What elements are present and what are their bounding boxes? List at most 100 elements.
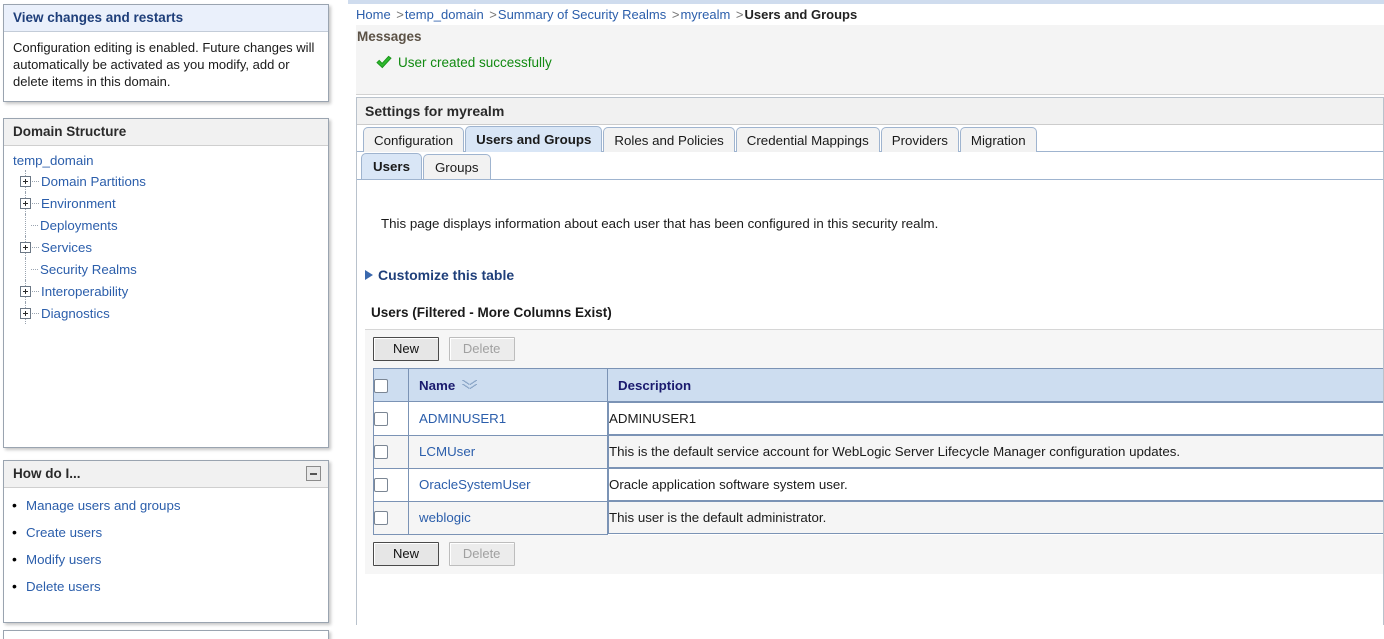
row-checkbox[interactable] xyxy=(374,445,388,459)
expand-plus-icon[interactable] xyxy=(20,176,31,187)
tab-credential-mappings[interactable]: Credential Mappings xyxy=(736,127,880,152)
weblogic-admin-console: View changes and restarts Configuration … xyxy=(0,0,1384,639)
tree-root-item[interactable]: temp_domain xyxy=(12,152,328,170)
new-button-bottom[interactable]: New xyxy=(373,542,439,566)
change-center-panel: View changes and restarts Configuration … xyxy=(3,4,329,102)
how-do-i-link[interactable]: Delete users xyxy=(26,579,101,594)
tree-item-deployments[interactable]: Deployments xyxy=(12,214,328,236)
domain-structure-tree: temp_domain Domain Partitions Environment… xyxy=(4,146,328,324)
primary-tab-bar: ConfigurationUsers and GroupsRoles and P… xyxy=(357,125,1383,152)
expand-plus-icon[interactable] xyxy=(20,286,31,297)
tab-groups[interactable]: Groups xyxy=(423,154,491,179)
user-description-cell: Oracle application software system user. xyxy=(608,468,1384,501)
row-checkbox[interactable] xyxy=(374,478,388,492)
user-name-link[interactable]: ADMINUSER1 xyxy=(409,403,607,434)
tree-connector xyxy=(32,181,39,182)
tree-item-interoperability[interactable]: Interoperability xyxy=(12,280,328,302)
users-content: This page displays information about eac… xyxy=(357,180,1383,574)
tab-users-and-groups[interactable]: Users and Groups xyxy=(465,126,602,152)
breadcrumb-link-2[interactable]: Summary of Security Realms xyxy=(498,7,666,22)
row-checkbox[interactable] xyxy=(374,511,388,525)
tab-providers[interactable]: Providers xyxy=(881,127,959,152)
user-name-link[interactable]: weblogic xyxy=(409,502,607,533)
breadcrumb-separator: > xyxy=(730,7,744,22)
tree-item-security-realms[interactable]: Security Realms xyxy=(12,258,328,280)
how-do-i-link[interactable]: Modify users xyxy=(26,552,101,567)
expand-plus-icon[interactable] xyxy=(20,308,31,319)
customize-this-table-link[interactable]: Customize this table xyxy=(378,267,514,283)
next-panel-partial xyxy=(3,630,329,639)
tree-item-services[interactable]: Services xyxy=(12,236,328,258)
message-text: User created successfully xyxy=(398,55,552,70)
tree-root-label[interactable]: temp_domain xyxy=(13,153,94,168)
tab-migration[interactable]: Migration xyxy=(960,127,1037,152)
settings-panel: Settings for myrealm ConfigurationUsers … xyxy=(356,97,1384,625)
breadcrumb-link-1[interactable]: temp_domain xyxy=(405,7,484,22)
breadcrumb-current: Users and Groups xyxy=(745,7,858,22)
delete-button-top[interactable]: Delete xyxy=(449,337,515,361)
view-changes-and-restarts-link[interactable]: View changes and restarts xyxy=(4,5,328,32)
column-header-name[interactable]: Name xyxy=(409,369,608,402)
change-center-body: Configuration editing is enabled. Future… xyxy=(4,32,328,96)
sort-ascending-icon[interactable] xyxy=(462,380,477,390)
user-name-cell: OracleSystemUser xyxy=(409,468,608,501)
user-name-cell: weblogic xyxy=(409,501,608,534)
tree-leaf-icon xyxy=(20,221,31,230)
row-select-cell xyxy=(374,501,409,534)
breadcrumb-separator: > xyxy=(391,7,405,22)
user-name-link[interactable]: LCMUser xyxy=(409,436,607,467)
tab-users[interactable]: Users xyxy=(361,153,422,179)
tree-item-label[interactable]: Deployments xyxy=(40,218,118,233)
new-button-top[interactable]: New xyxy=(373,337,439,361)
tree-item-domain-partitions[interactable]: Domain Partitions xyxy=(12,170,328,192)
breadcrumb-link-0[interactable]: Home xyxy=(356,7,391,22)
tree-item-environment[interactable]: Environment xyxy=(12,192,328,214)
tree-item-label[interactable]: Services xyxy=(41,240,92,255)
table-row: ADMINUSER1ADMINUSER1 xyxy=(374,402,1384,436)
customize-this-table-row[interactable]: Customize this table xyxy=(357,231,1383,283)
user-description-cell: This user is the default administrator. xyxy=(608,501,1384,534)
column-header-description[interactable]: Description xyxy=(608,369,1384,402)
delete-button-bottom[interactable]: Delete xyxy=(449,542,515,566)
expand-plus-icon[interactable] xyxy=(20,242,31,253)
tree-item-label[interactable]: Diagnostics xyxy=(41,306,110,321)
tree-item-label[interactable]: Domain Partitions xyxy=(41,174,146,189)
row-select-cell xyxy=(374,402,409,436)
row-checkbox[interactable] xyxy=(374,412,388,426)
user-name-link[interactable]: OracleSystemUser xyxy=(409,469,607,500)
triangle-right-icon xyxy=(365,270,373,280)
tree-item-diagnostics[interactable]: Diagnostics xyxy=(12,302,328,324)
table-caption: Users (Filtered - More Columns Exist) xyxy=(357,283,1383,320)
tree-item-label[interactable]: Security Realms xyxy=(40,262,137,277)
messages-panel: Messages User created successfully xyxy=(356,25,1384,95)
secondary-tab-bar: UsersGroups xyxy=(357,152,1383,180)
tree-connector xyxy=(32,313,39,314)
column-header-name-label: Name xyxy=(419,378,455,393)
collapse-icon[interactable] xyxy=(306,466,321,481)
intro-text: This page displays information about eac… xyxy=(357,180,1383,231)
column-header-description-label: Description xyxy=(618,378,691,393)
table-row: OracleSystemUserOracle application softw… xyxy=(374,468,1384,501)
how-do-i-link[interactable]: Create users xyxy=(26,525,102,540)
user-description-cell: This is the default service account for … xyxy=(608,435,1384,468)
change-center-title: View changes and restarts xyxy=(13,10,183,25)
expand-plus-icon[interactable] xyxy=(20,198,31,209)
breadcrumb-link-3[interactable]: myrealm xyxy=(680,7,730,22)
users-table-container: New Delete Name xyxy=(365,329,1384,574)
how-do-i-panel: How do I... Manage users and groupsCreat… xyxy=(3,460,329,623)
tree-item-label[interactable]: Interoperability xyxy=(41,284,128,299)
select-all-checkbox[interactable] xyxy=(374,379,388,393)
tree-connector xyxy=(32,247,39,248)
success-check-icon xyxy=(376,55,392,70)
tree-item-label[interactable]: Environment xyxy=(41,196,116,211)
tab-roles-and-policies[interactable]: Roles and Policies xyxy=(603,127,734,152)
table-row: weblogicThis user is the default adminis… xyxy=(374,501,1384,534)
how-do-i-item: Create users xyxy=(26,525,328,540)
row-select-cell xyxy=(374,468,409,501)
tree-connector xyxy=(31,225,38,226)
settings-title: Settings for myrealm xyxy=(357,98,1383,125)
tab-configuration[interactable]: Configuration xyxy=(363,127,464,152)
how-do-i-link[interactable]: Manage users and groups xyxy=(26,498,181,513)
table-header-row: Name Description xyxy=(374,369,1384,402)
row-select-cell xyxy=(374,435,409,468)
